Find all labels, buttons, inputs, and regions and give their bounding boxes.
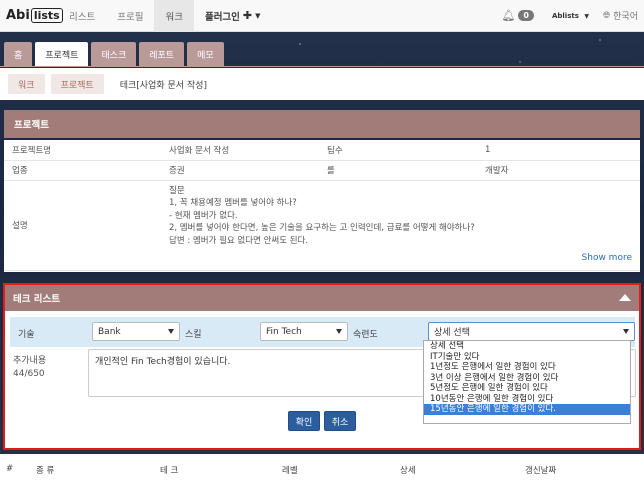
- tab-report[interactable]: 레포트: [139, 42, 185, 66]
- project-panel-body: 프로젝트명 사업화 문서 작성 팀수 1 업종 증권 롤 개발자 설명 질문 1…: [4, 140, 640, 272]
- table-cell: 사업화 문서 작성: [161, 140, 319, 161]
- plus-icon: ✚: [242, 9, 253, 22]
- language-label: 한국어: [613, 12, 638, 22]
- caret-down-icon: ▼: [255, 11, 261, 20]
- extra-info-counter: 44/650: [13, 369, 45, 379]
- extra-info-title: 추가내용: [13, 356, 47, 366]
- dropdown-option-highlighted[interactable]: 15년동안 은행에 일한 경험이 있다.: [424, 404, 630, 415]
- table-cell: 프로젝트명: [4, 140, 161, 161]
- skill2-label: 스킬: [185, 330, 202, 340]
- column-header: 테 크: [160, 466, 179, 476]
- dropdown-option[interactable]: 1년정도 은행에서 일한 경험이 있다: [424, 362, 630, 373]
- skill2-select-value: Fin Tech: [266, 326, 302, 337]
- table-row: 프로젝트명 사업화 문서 작성 팀수 1: [4, 140, 640, 161]
- project-table: 프로젝트명 사업화 문서 작성 팀수 1 업종 증권 롤 개발자 설명 질문 1…: [4, 140, 640, 271]
- description-line: 질문: [169, 185, 185, 196]
- tab-divider: [0, 66, 644, 67]
- confirm-button[interactable]: 확인: [288, 411, 320, 431]
- notification-badge: 0: [518, 10, 534, 21]
- table-row: 설명 질문 1, 꼭 채용예정 멤버를 넣어야 하나? - 현재 멤버가 없다.…: [4, 180, 640, 271]
- table-cell: 업종: [4, 160, 161, 181]
- globe-icon: 🌐︎: [602, 10, 611, 21]
- breadcrumb-project[interactable]: 프로젝트: [50, 74, 104, 94]
- nav-list[interactable]: 리스트: [58, 0, 106, 32]
- site-menu[interactable]: Ablists ▼: [542, 12, 599, 20]
- chevron-down-icon: [623, 329, 629, 334]
- description-line: 1, 꼭 채용예정 멤버를 넣어야 하나?: [169, 198, 297, 208]
- tab-task[interactable]: 태스크: [91, 42, 137, 66]
- level-dropdown-list: 상세 선택 IT기술만 있다 1년정도 은행에서 일한 경험이 있다 3년 이상…: [423, 340, 631, 424]
- dropdown-option[interactable]: 상세 선택: [424, 341, 630, 352]
- column-header: 상세: [400, 466, 416, 476]
- skill-select[interactable]: Bank: [92, 322, 180, 341]
- column-header: #: [6, 464, 14, 474]
- breadcrumb-current: 테크[사업화 문서 작성]: [109, 74, 217, 94]
- level-select-value: 상세 선택: [434, 328, 470, 338]
- description-line: 2, 멤버를 넣어야 한다면, 높은 기술을 요구하는 고 인력인데, 급료를 …: [169, 223, 475, 233]
- tab-home[interactable]: 홈: [4, 42, 33, 66]
- dropdown-option[interactable]: 5년정도 은행에 일한 경험이 있다: [424, 383, 630, 394]
- logo-text: Abi: [6, 8, 30, 23]
- project-panel-title: 프로젝트: [14, 120, 49, 131]
- show-more-link[interactable]: Show more: [582, 253, 632, 263]
- table-cell: 롤: [319, 160, 477, 181]
- logo[interactable]: Abi lists: [0, 0, 63, 32]
- nav-profile[interactable]: 프로필: [106, 0, 154, 32]
- tab-memo[interactable]: 메모: [187, 42, 224, 66]
- description-line: 답변 : 멤버가 필요 없다면 안써도 된다.: [169, 235, 309, 246]
- dropdown-option[interactable]: 10년동안 은행에 일한 경험이 있다: [424, 394, 630, 405]
- nav-work[interactable]: 워크: [154, 0, 194, 32]
- caret-down-icon: ▼: [584, 12, 589, 20]
- level-select[interactable]: 상세 선택: [428, 322, 635, 341]
- description-line: - 현재 멤버가 없다.: [169, 210, 238, 221]
- tech-list-title: 테크 리스트: [13, 294, 61, 305]
- table-cell: 팀수: [319, 140, 477, 161]
- bell-icon: 🔔︎: [501, 9, 516, 22]
- description-cell: 질문 1, 꼭 채용예정 멤버를 넣어야 하나? - 현재 멤버가 없다. 2,…: [161, 180, 640, 271]
- column-header: 갱신날짜: [525, 466, 557, 476]
- tab-project[interactable]: 프로젝트: [35, 42, 89, 66]
- tech-list-header: 테크 리스트: [5, 285, 639, 311]
- table-cell: 개발자: [477, 160, 640, 181]
- table-cell: 증권: [161, 160, 319, 181]
- cancel-button[interactable]: 취소: [324, 411, 356, 431]
- column-header: 종 류: [36, 466, 55, 476]
- project-panel-header: 프로젝트: [4, 110, 640, 138]
- tech-table-header: # 종 류 테 크 레벨 상세 갱신날짜: [0, 454, 644, 480]
- breadcrumb-work[interactable]: 워크: [8, 74, 45, 94]
- extra-info-text: 개인적인 Fin Tech경험이 있습니다.: [95, 357, 231, 367]
- skill-label: 기술: [18, 330, 35, 340]
- table-cell: 1: [477, 140, 640, 161]
- language-selector[interactable]: 🌐︎ 한국어: [599, 9, 644, 23]
- nav-plugin[interactable]: 플러그인 ✚ ▼: [194, 0, 272, 32]
- table-cell: 설명: [4, 180, 161, 271]
- chevron-down-icon: [336, 329, 342, 334]
- chevron-down-icon: [168, 329, 174, 334]
- notifications-button[interactable]: 🔔︎ 0: [493, 9, 542, 22]
- table-row: 업종 증권 롤 개발자: [4, 160, 640, 181]
- dropdown-option[interactable]: 3년 이상 은행에서 일한 경험이 있다: [424, 373, 630, 384]
- collapse-icon[interactable]: [619, 294, 631, 301]
- level-label: 숙련도: [353, 330, 378, 340]
- tab-bar: 홈 프로젝트 태스크 레포트 메모: [4, 42, 224, 66]
- top-navbar: Abi lists 리스트 프로필 워크 플러그인 ✚ ▼ 🔔︎ 0 Ablist…: [0, 0, 644, 32]
- breadcrumb: 워크 프로젝트 테크[사업화 문서 작성]: [0, 68, 644, 100]
- nav-plugin-label: 플러그인: [204, 11, 240, 23]
- site-menu-label: Ablists: [551, 11, 579, 20]
- skill2-select[interactable]: Fin Tech: [260, 322, 348, 341]
- column-header: 레벨: [282, 466, 298, 476]
- skill-select-value: Bank: [98, 326, 121, 337]
- dropdown-option[interactable]: IT기술만 있다: [424, 352, 630, 363]
- extra-info-label: 추가내용 44/650: [13, 355, 46, 381]
